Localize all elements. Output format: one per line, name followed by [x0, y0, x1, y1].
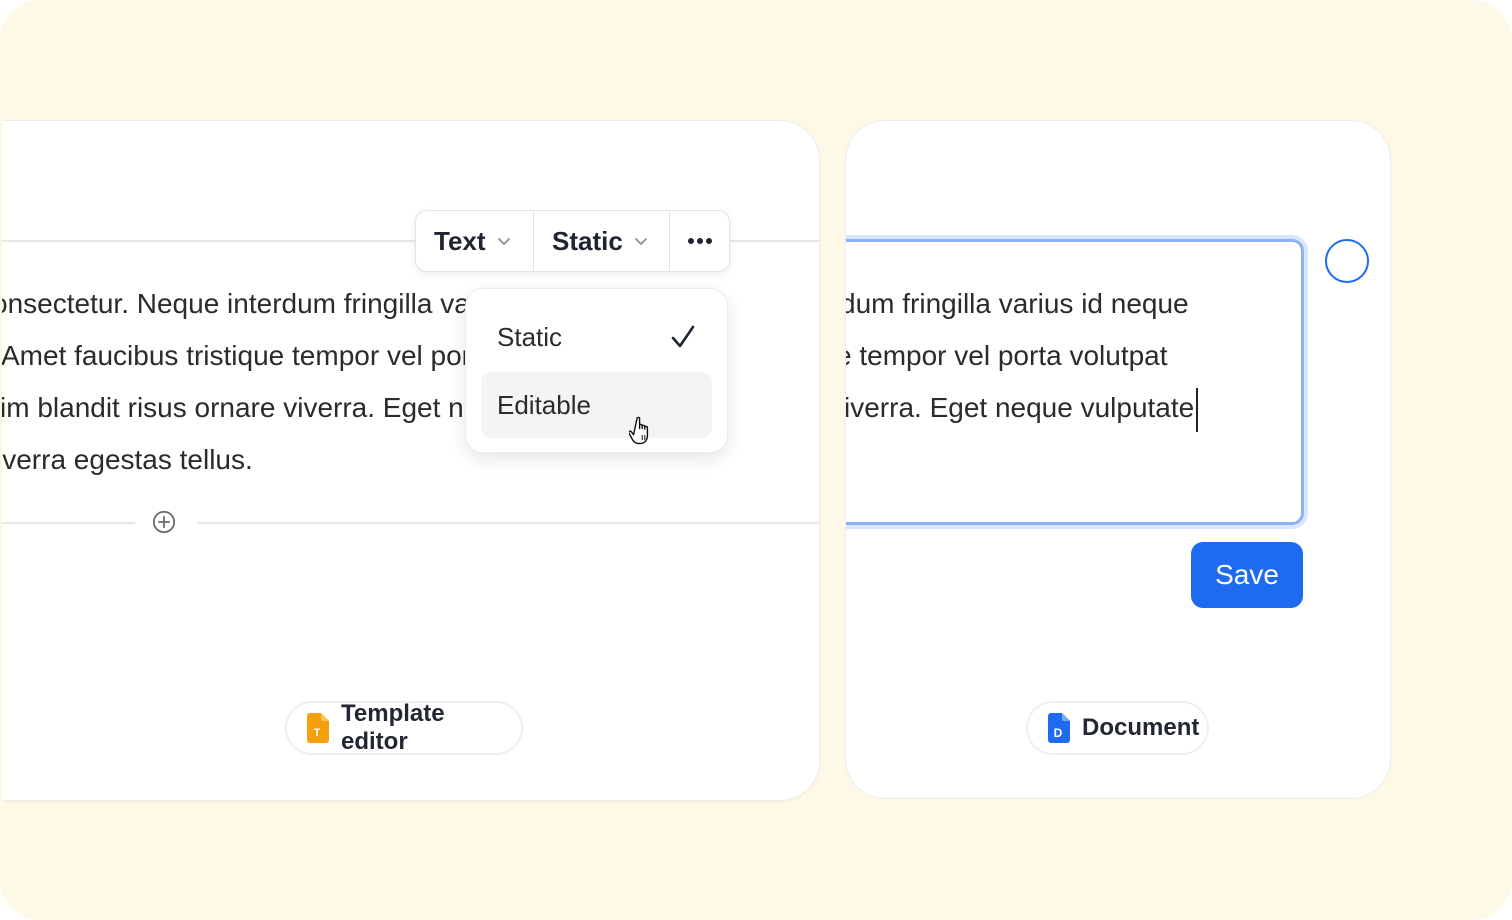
svg-text:T: T — [314, 727, 321, 739]
stage: onsectetur. Neque interdum fringilla var… — [0, 0, 1512, 920]
template-file-icon: T — [307, 713, 329, 743]
document-text-line: dum fringilla varius id neque — [845, 288, 1189, 319]
menu-item-editable[interactable]: Editable — [481, 372, 712, 438]
add-block-button[interactable] — [152, 510, 176, 534]
template-editor-panel: onsectetur. Neque interdum fringilla var… — [2, 120, 820, 801]
document-text-block[interactable]: dum fringilla varius id neque e tempor v… — [845, 278, 1199, 434]
block-mode-label: Static — [552, 225, 623, 256]
block-type-dropdown[interactable]: Text — [416, 211, 533, 271]
radio-circle-icon[interactable] — [1325, 239, 1369, 283]
save-button[interactable]: Save — [1191, 542, 1303, 608]
block-mode-dropdown[interactable]: Static — [533, 211, 669, 271]
document-chip: D Document — [1026, 701, 1209, 755]
document-label: Document — [1082, 714, 1200, 741]
document-text-line: e tempor vel porta volutpat — [845, 340, 1168, 371]
text-caret — [1196, 387, 1199, 432]
document-text-line: viverra. Eget neque vulputate — [845, 382, 1199, 434]
hand-pointer-icon — [629, 416, 649, 445]
menu-item-static[interactable]: Static — [481, 304, 712, 370]
block-toolbar: Text Static — [415, 210, 730, 272]
menu-item-label: Editable — [497, 389, 591, 420]
svg-text:D: D — [1054, 726, 1063, 740]
template-editor-chip: T Template editor — [285, 700, 523, 755]
document-panel: dum fringilla varius id neque e tempor v… — [845, 120, 1391, 799]
more-horizontal-icon — [687, 238, 712, 244]
menu-item-label: Static — [497, 321, 563, 352]
template-editor-label: Template editor — [341, 700, 445, 755]
block-divider-bottom — [2, 522, 135, 524]
document-file-icon: D — [1048, 713, 1070, 743]
mode-dropdown-menu: Static Editable — [465, 288, 728, 453]
chevron-down-icon — [497, 238, 510, 245]
more-options-button[interactable] — [669, 211, 729, 271]
block-divider-bottom — [197, 522, 819, 524]
document-text-line-content: viverra. Eget neque vulputate — [845, 392, 1195, 423]
check-icon — [671, 325, 695, 348]
plus-circle-icon — [152, 510, 176, 534]
block-type-label: Text — [434, 225, 486, 256]
chevron-down-icon — [634, 238, 647, 245]
